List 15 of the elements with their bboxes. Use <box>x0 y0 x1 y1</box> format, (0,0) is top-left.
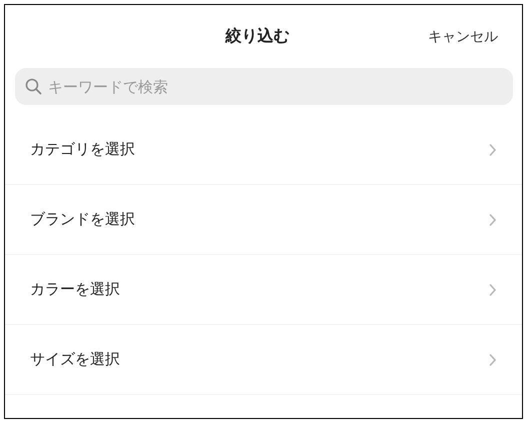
cancel-button[interactable]: キャンセル <box>428 28 498 46</box>
chevron-right-icon <box>488 212 497 226</box>
chevron-right-icon <box>488 142 497 156</box>
option-row[interactable]: カラーを選択 <box>5 255 522 325</box>
option-row[interactable]: カテゴリを選択 <box>5 115 522 185</box>
sheet-title: 絞り込む <box>226 26 290 47</box>
option-label: カテゴリを選択 <box>30 140 136 159</box>
chevron-right-icon <box>488 352 497 366</box>
option-label: ブランドを選択 <box>30 210 136 229</box>
option-label: カラーを選択 <box>30 280 121 299</box>
search-field[interactable]: キーワードで検索 <box>15 68 513 105</box>
chevron-right-icon <box>488 282 497 296</box>
option-label: サイズを選択 <box>30 350 121 369</box>
option-row[interactable]: サイズを選択 <box>5 325 522 395</box>
option-row[interactable]: ブランドを選択 <box>5 185 522 255</box>
